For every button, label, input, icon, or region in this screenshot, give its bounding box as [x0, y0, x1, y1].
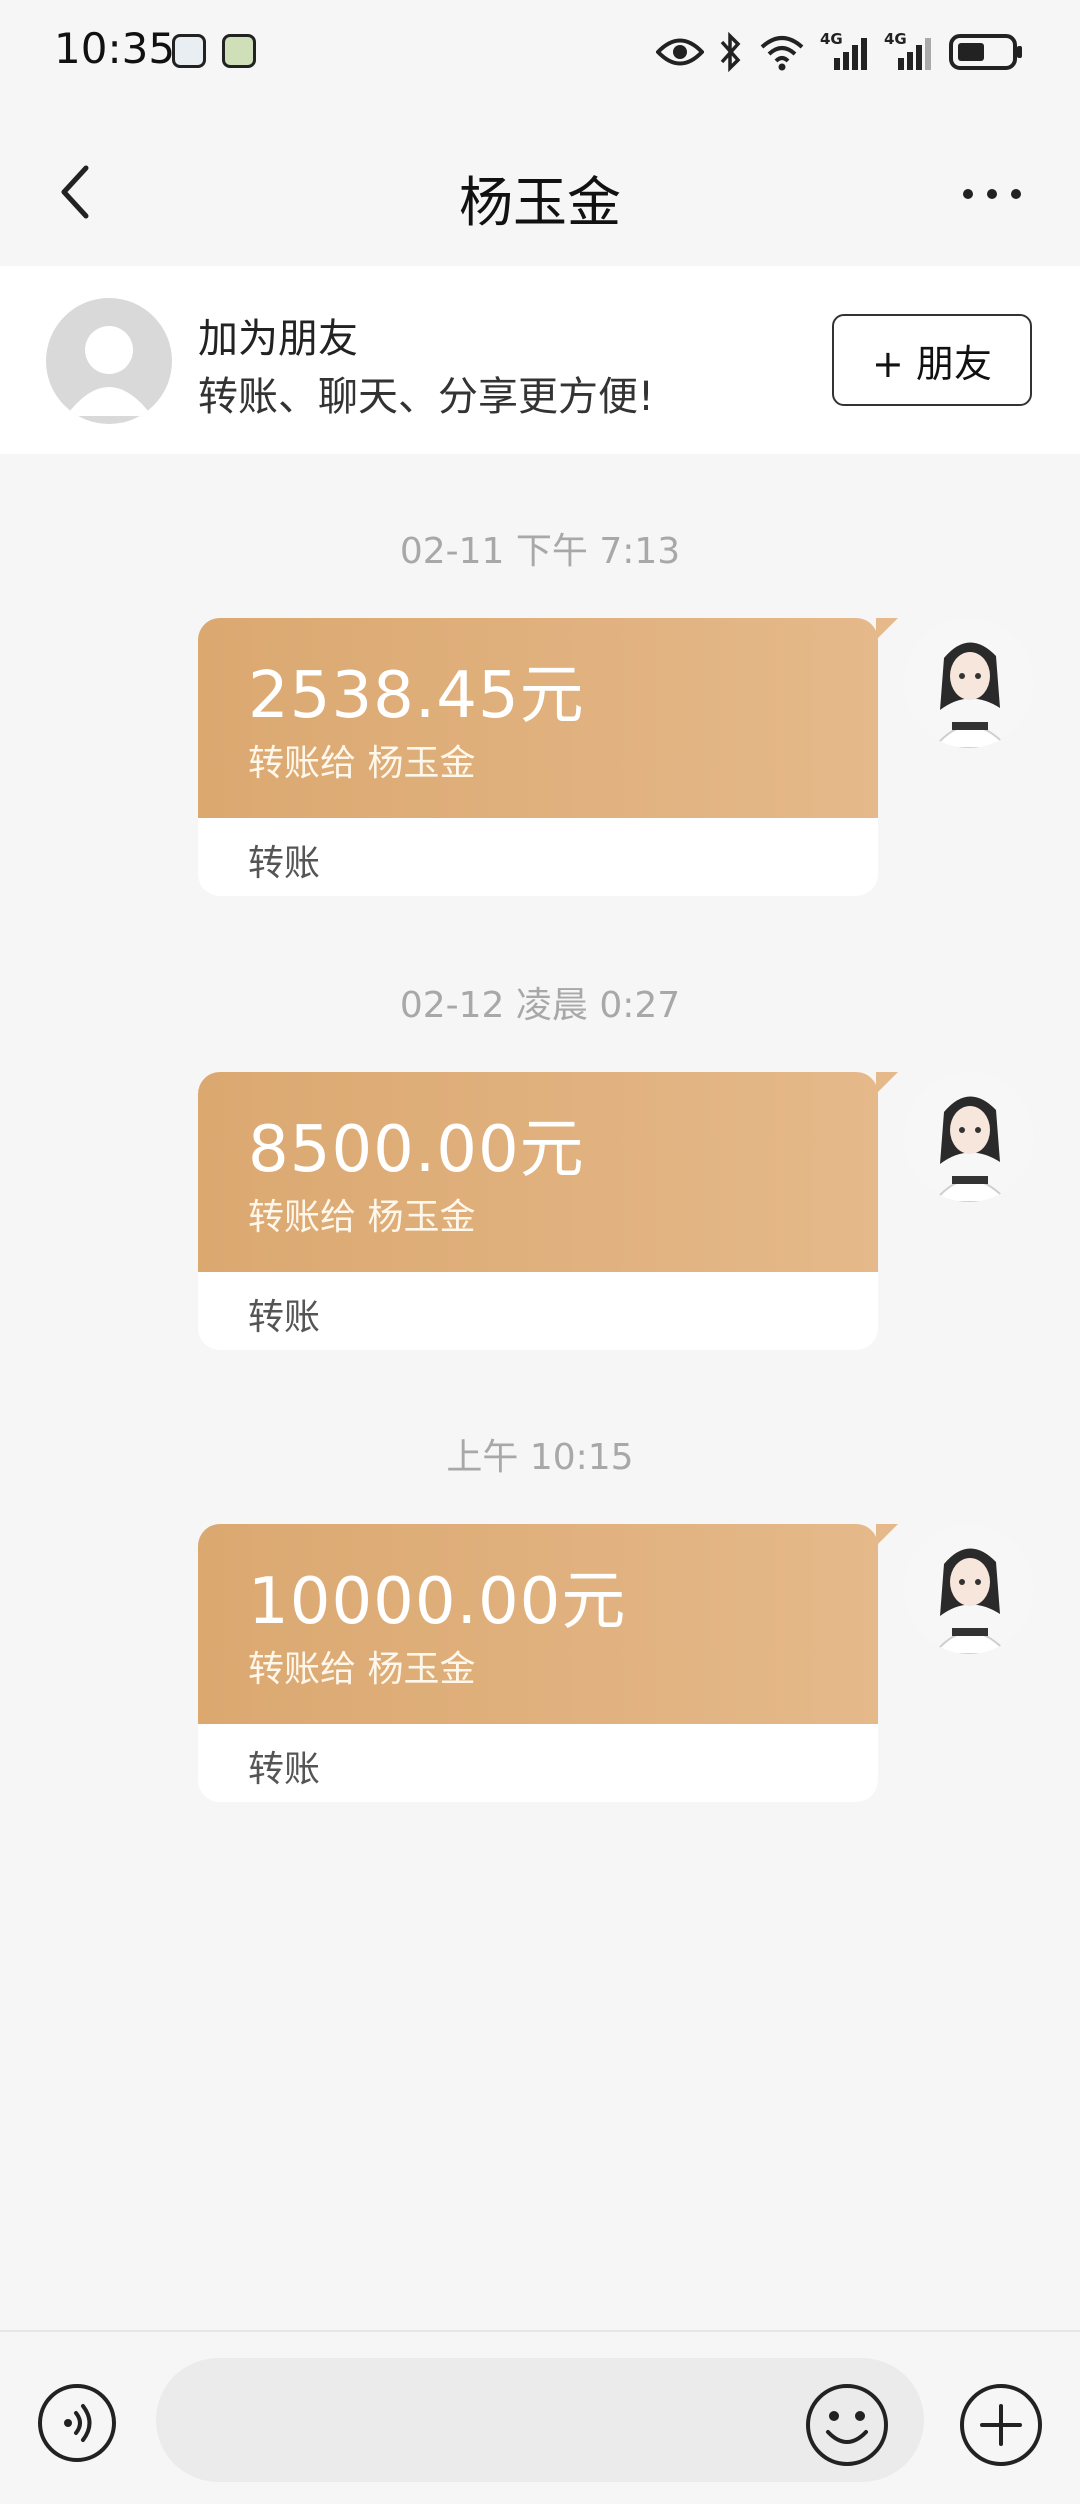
transfer-type: 转账: [248, 1749, 321, 1790]
avatar[interactable]: [904, 1524, 1034, 1654]
transfer-amount: 2538.45元: [248, 659, 585, 733]
plus-icon[interactable]: [958, 2382, 1044, 2468]
add-friend-title: 加为朋友: [198, 316, 358, 362]
girl-avatar-icon: [904, 1524, 1034, 1654]
add-friend-banner: 加为朋友 转账、聊天、分享更方便! + 朋友: [0, 266, 1080, 454]
notification-app-icon: [222, 34, 256, 68]
voice-icon[interactable]: [36, 2382, 118, 2464]
avatar[interactable]: [904, 618, 1034, 748]
eye-icon: [656, 38, 704, 66]
nav-bar: 杨玉金: [0, 104, 1080, 266]
girl-avatar-icon: [904, 1072, 1034, 1202]
battery-icon: [949, 34, 1022, 70]
message-timestamp: 02-11 下午 7:13: [399, 531, 681, 572]
bluetooth-icon: [720, 32, 741, 72]
signal-icon: [898, 38, 931, 70]
message-timestamp: 上午 10:15: [446, 1437, 634, 1478]
transfer-card[interactable]: 10000.00元 转账给 杨玉金 转账: [198, 1524, 878, 1802]
notification-app-icon: [172, 34, 206, 68]
transfer-recipient: 转账给 杨玉金: [248, 1649, 476, 1690]
transfer-amount: 8500.00元: [248, 1113, 585, 1187]
message-timestamp: 02-12 凌晨 0:27: [399, 985, 681, 1026]
signal-2: 4G: [884, 30, 934, 72]
signal-icon: [834, 38, 867, 70]
default-avatar: [46, 298, 172, 424]
transfer-type: 转账: [248, 1297, 321, 1338]
more-icon[interactable]: [960, 186, 1024, 202]
status-time: 10:35: [54, 24, 176, 73]
avatar[interactable]: [904, 1072, 1034, 1202]
user-silhouette-icon: [66, 326, 152, 416]
transfer-type: 转账: [248, 843, 321, 884]
signal-1: 4G: [820, 30, 870, 72]
chat-page: 10:35 4G 4G 杨玉金 加为朋友 转账、聊天、分享更方便! + 朋友 0…: [0, 0, 1080, 2504]
transfer-card[interactable]: 8500.00元 转账给 杨玉金 转账: [198, 1072, 878, 1350]
chat-title: 杨玉金: [459, 171, 621, 234]
transfer-card[interactable]: 2538.45元 转账给 杨玉金 转账: [198, 618, 878, 896]
transfer-recipient: 转账给 杨玉金: [248, 1197, 476, 1238]
bubble-tail: [876, 1524, 898, 1546]
bubble-tail: [876, 618, 898, 640]
transfer-recipient: 转账给 杨玉金: [248, 743, 476, 784]
bubble-tail: [876, 1072, 898, 1094]
status-icons: 4G 4G: [656, 28, 1024, 76]
emoji-icon[interactable]: [804, 2382, 890, 2468]
wifi-icon: [760, 36, 804, 71]
input-bar: [0, 2330, 1080, 2504]
add-friend-button[interactable]: + 朋友: [832, 314, 1032, 406]
girl-avatar-icon: [904, 618, 1034, 748]
add-friend-subtitle: 转账、聊天、分享更方便!: [198, 374, 655, 420]
status-bar: 10:35 4G 4G: [0, 0, 1080, 104]
transfer-amount: 10000.00元: [248, 1565, 627, 1639]
